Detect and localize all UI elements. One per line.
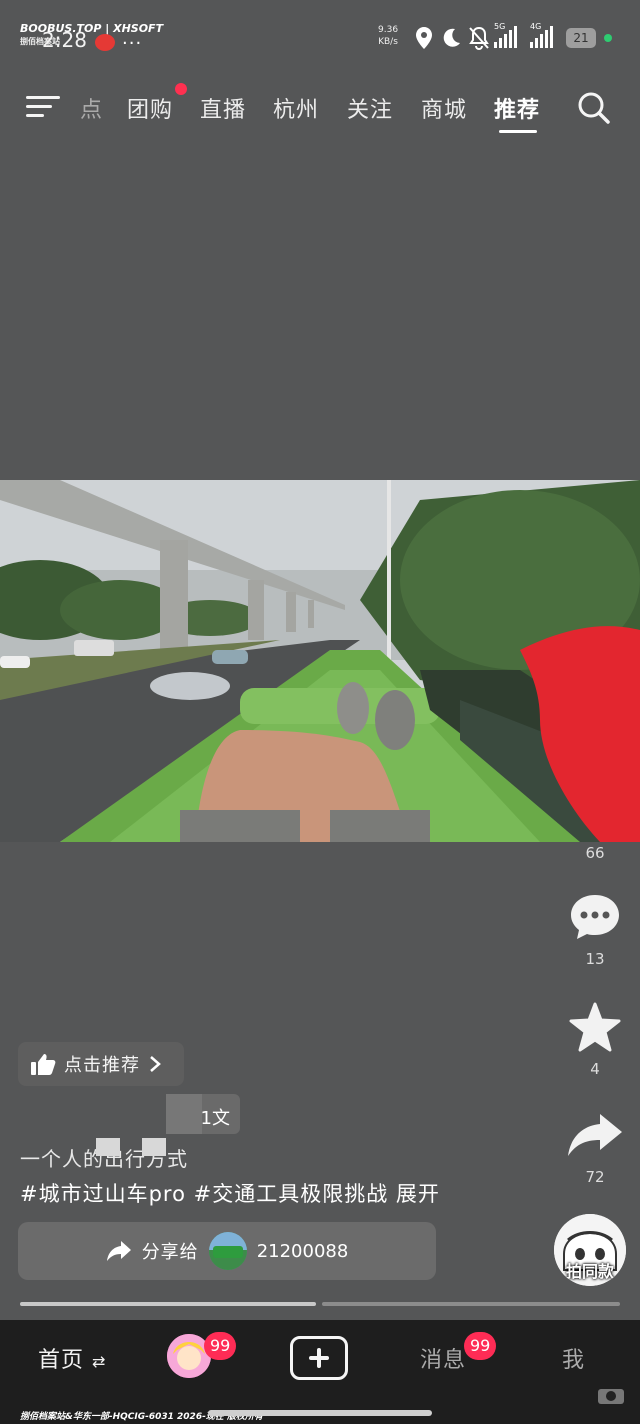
author-name[interactable]: 1文 bbox=[166, 1094, 240, 1134]
progress-played[interactable] bbox=[20, 1302, 316, 1306]
favorite-action[interactable]: 4 bbox=[550, 1002, 640, 1078]
home-indicator[interactable] bbox=[208, 1410, 432, 1416]
net-speed: 9.36 KB/s bbox=[378, 24, 398, 48]
nav-item-following[interactable]: 关注 bbox=[347, 92, 393, 124]
search-icon[interactable] bbox=[577, 91, 611, 125]
share-to-label: 分享给 bbox=[141, 1242, 199, 1263]
hashtag-text[interactable]: #城市过山车pro #交通工具极限挑战 bbox=[20, 1182, 388, 1206]
caption-redaction bbox=[142, 1138, 166, 1156]
friends-badge: 99 bbox=[204, 1332, 237, 1360]
nav-item-group-buy[interactable]: 团购 bbox=[127, 92, 173, 124]
bottom-nav-me[interactable]: 我 bbox=[562, 1342, 585, 1374]
share-to-friend-bar[interactable]: 分享给 21200088 bbox=[18, 1222, 436, 1280]
messages-badge: 99 bbox=[464, 1332, 497, 1360]
notification-app-icon bbox=[95, 34, 115, 51]
recommend-button[interactable]: 点击推荐 bbox=[18, 1042, 184, 1086]
caption-redaction bbox=[96, 1138, 120, 1156]
net-speed-unit: KB/s bbox=[378, 37, 398, 47]
nav-item-live[interactable]: 直播 bbox=[200, 92, 246, 124]
share-action[interactable]: 72 bbox=[550, 1110, 640, 1186]
status-icons: 9.36 KB/s 5G 4G 21 bbox=[370, 22, 640, 54]
net-speed-value: 9.36 bbox=[378, 25, 399, 35]
mute-bell-icon bbox=[469, 26, 489, 50]
status-time: 2:28 bbox=[42, 28, 87, 52]
bottom-nav-messages[interactable]: 消息 bbox=[420, 1342, 466, 1374]
home-refresh-icon: ⇄ bbox=[92, 1352, 107, 1371]
camera-watermark-icon bbox=[598, 1389, 624, 1404]
nav-item-city[interactable]: 杭州 bbox=[273, 92, 319, 124]
comment-action[interactable]: 13 bbox=[550, 892, 640, 968]
notification-dot bbox=[175, 83, 187, 95]
nav-item-recommend[interactable]: 推荐 bbox=[494, 92, 540, 124]
progress-remaining[interactable] bbox=[322, 1302, 620, 1306]
author-name-suffix: 1文 bbox=[200, 1108, 230, 1129]
like-action[interactable]: 66 bbox=[550, 840, 640, 862]
expand-link[interactable]: 展开 bbox=[396, 1182, 440, 1206]
share-target-name: 21200088 bbox=[256, 1240, 349, 1262]
share-arrow-icon bbox=[568, 1114, 622, 1156]
moon-icon bbox=[443, 28, 460, 47]
create-button[interactable] bbox=[290, 1336, 348, 1380]
top-nav: 点 团购 直播 杭州 关注 商城 推荐 bbox=[0, 82, 640, 133]
share-arrow-icon bbox=[106, 1241, 131, 1261]
share-target-avatar bbox=[208, 1232, 247, 1270]
menu-icon[interactable] bbox=[26, 94, 60, 120]
same-style-button[interactable]: 拍同款 bbox=[554, 1214, 626, 1286]
author-name-redaction bbox=[166, 1094, 202, 1134]
signal-4g-label: 4G bbox=[530, 22, 542, 31]
battery-icon: 21 bbox=[566, 28, 596, 48]
chevron-right-icon bbox=[150, 1056, 161, 1072]
photo-scene bbox=[0, 480, 640, 842]
recommend-label: 点击推荐 bbox=[64, 1055, 140, 1076]
signal-5g-label: 5G bbox=[494, 22, 506, 31]
like-count: 66 bbox=[585, 844, 605, 862]
star-icon bbox=[569, 1002, 621, 1052]
nav-item-mall[interactable]: 商城 bbox=[421, 92, 467, 124]
bottom-nav-home[interactable]: 首页 ⇄ bbox=[38, 1342, 106, 1374]
video-photo[interactable] bbox=[0, 480, 640, 842]
thumbs-up-icon bbox=[31, 1054, 56, 1075]
signal-4g-icon: 4G bbox=[530, 22, 553, 48]
home-label: 首页 bbox=[38, 1348, 85, 1373]
comment-count: 13 bbox=[585, 950, 605, 968]
same-style-label: 拍同款 bbox=[565, 1262, 614, 1281]
favorite-count: 4 bbox=[590, 1060, 600, 1078]
status-more: ... bbox=[122, 28, 143, 49]
video-screen[interactable]: BOOBUS.TOP | XHSOFT 捌佰档案站 2:28 ... 9.36 … bbox=[0, 0, 640, 1320]
comment-icon bbox=[571, 895, 619, 939]
video-hashtags[interactable]: #城市过山车pro #交通工具极限挑战 展开 bbox=[20, 1178, 580, 1208]
nav-item-partial[interactable]: 点 bbox=[80, 92, 103, 124]
signal-5g-icon: 5G bbox=[494, 22, 517, 48]
location-icon bbox=[416, 27, 432, 49]
active-tab-indicator bbox=[499, 130, 537, 133]
charging-dot bbox=[604, 34, 612, 42]
